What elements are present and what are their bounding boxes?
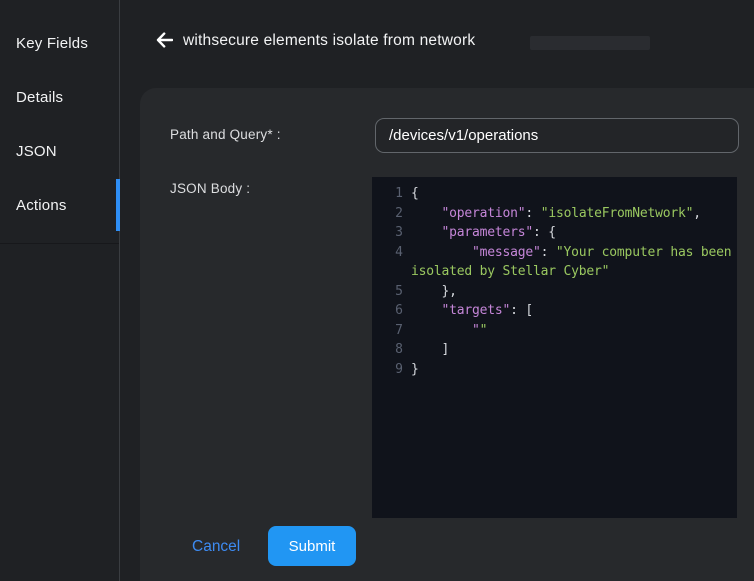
submit-button[interactable]: Submit bbox=[268, 526, 356, 566]
line-number: 6 bbox=[372, 301, 411, 321]
sidebar-item-actions[interactable]: Actions bbox=[0, 178, 119, 232]
cancel-button[interactable]: Cancel bbox=[192, 527, 240, 567]
sidebar-item-label: Key Fields bbox=[16, 35, 88, 52]
code-text: "targets": [ bbox=[411, 301, 533, 321]
sidebar-item-label: JSON bbox=[16, 143, 57, 160]
sidebar: Key Fields Details JSON Actions bbox=[0, 0, 120, 581]
code-text: { bbox=[411, 184, 419, 204]
sidebar-item-details[interactable]: Details bbox=[0, 70, 119, 124]
code-line: 7 "" bbox=[372, 321, 737, 341]
code-text: } bbox=[411, 360, 419, 380]
sidebar-item-key-fields[interactable]: Key Fields bbox=[0, 16, 119, 70]
code-text: "parameters": { bbox=[411, 223, 556, 243]
code-text: isolated by Stellar Cyber" bbox=[411, 262, 609, 282]
code-text: "message": "Your computer has been bbox=[411, 243, 731, 263]
code-line: 3 "parameters": { bbox=[372, 223, 737, 243]
code-text: ] bbox=[411, 340, 449, 360]
line-number: 1 bbox=[372, 184, 411, 204]
back-button[interactable] bbox=[153, 29, 175, 51]
json-editor[interactable]: 1 { 2 "operation": "isolateFromNetwork",… bbox=[372, 177, 737, 518]
code-line: 2 "operation": "isolateFromNetwork", bbox=[372, 204, 737, 224]
line-number: 8 bbox=[372, 340, 411, 360]
code-line: 5 }, bbox=[372, 282, 737, 302]
line-number: 3 bbox=[372, 223, 411, 243]
code-text: "" bbox=[411, 321, 487, 341]
action-editor-window: Key Fields Details JSON Actions withsecu… bbox=[0, 0, 754, 581]
page-title: withsecure elements isolate from network bbox=[183, 32, 475, 50]
line-number: 9 bbox=[372, 360, 411, 380]
redacted-region bbox=[530, 36, 650, 50]
code-line: 6 "targets": [ bbox=[372, 301, 737, 321]
line-number: 7 bbox=[372, 321, 411, 341]
json-body-label: JSON Body : bbox=[170, 182, 250, 196]
sidebar-section-divider bbox=[0, 243, 119, 244]
code-line: 1 { bbox=[372, 184, 737, 204]
path-and-query-input[interactable] bbox=[375, 118, 739, 153]
sidebar-item-json[interactable]: JSON bbox=[0, 124, 119, 178]
line-number: 2 bbox=[372, 204, 411, 224]
code-text: "operation": "isolateFromNetwork", bbox=[411, 204, 701, 224]
line-number: 4 bbox=[372, 243, 411, 263]
code-line: 4 "message": "Your computer has been bbox=[372, 243, 737, 263]
arrow-left-icon bbox=[156, 32, 173, 48]
code-text: }, bbox=[411, 282, 457, 302]
sidebar-item-label: Details bbox=[16, 89, 63, 106]
line-number bbox=[372, 262, 411, 282]
sidebar-item-label: Actions bbox=[16, 197, 67, 214]
code-line: isolated by Stellar Cyber" bbox=[372, 262, 737, 282]
code-line: 8 ] bbox=[372, 340, 737, 360]
path-and-query-label: Path and Query* : bbox=[170, 118, 281, 152]
line-number: 5 bbox=[372, 282, 411, 302]
code-line: 9 } bbox=[372, 360, 737, 380]
